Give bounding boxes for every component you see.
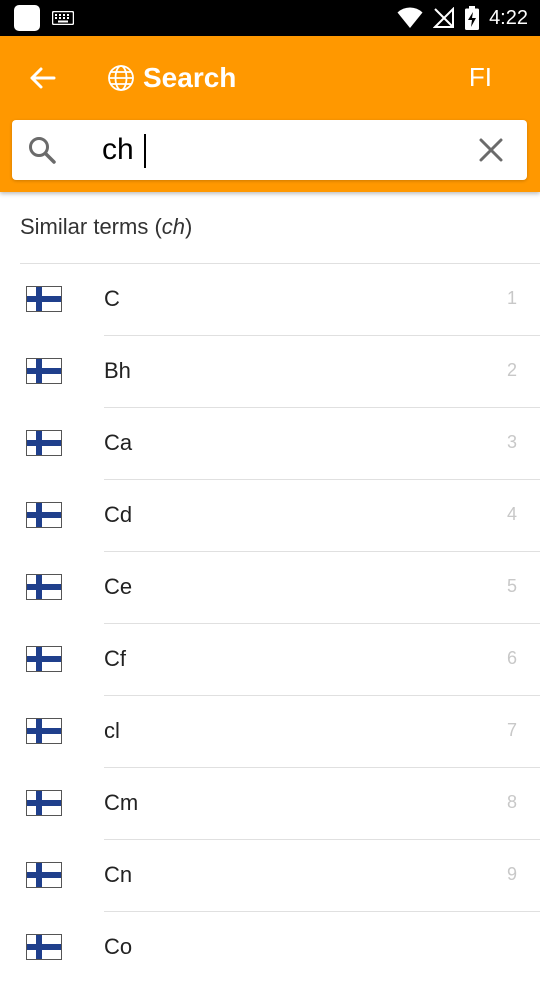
status-bar: 4:22 xyxy=(0,0,540,36)
finland-flag-icon xyxy=(26,574,62,600)
finland-flag-icon xyxy=(26,358,62,384)
list-item[interactable]: Cd 4 xyxy=(0,480,540,552)
battery-charging-icon xyxy=(465,6,480,30)
list-item[interactable]: Co xyxy=(0,912,540,984)
results-list: C 1 Bh 2 Ca 3 Cd 4 Ce 5 Cf 6 cl 7 Cm 8 C… xyxy=(0,264,540,984)
list-item[interactable]: cl 7 xyxy=(0,696,540,768)
no-signal-icon xyxy=(433,7,455,28)
finland-flag-icon xyxy=(26,286,62,312)
finland-flag-icon xyxy=(26,862,62,888)
rank-number: 4 xyxy=(506,504,517,524)
header-query: ch xyxy=(161,214,186,239)
search-box xyxy=(12,120,527,180)
term-label: Cd xyxy=(104,502,133,527)
arrow-left-icon xyxy=(30,67,56,89)
clock: 4:22 xyxy=(489,6,528,29)
title-group: Search xyxy=(107,58,236,98)
finland-flag-icon xyxy=(26,430,62,456)
text-cursor xyxy=(144,134,146,168)
globe-icon xyxy=(108,65,134,91)
rank-number: 9 xyxy=(506,864,517,884)
rank-number: 6 xyxy=(506,648,517,668)
term-label: Ca xyxy=(104,430,133,455)
header-suffix: ) xyxy=(185,214,193,239)
wifi-icon xyxy=(397,7,423,28)
term-label: Ce xyxy=(104,574,133,599)
rank-number: 5 xyxy=(506,576,517,596)
rank-number: 7 xyxy=(506,720,517,740)
term-label: Cf xyxy=(104,646,126,671)
list-item[interactable]: Bh 2 xyxy=(0,336,540,408)
term-label: C xyxy=(104,286,120,311)
list-item[interactable]: Ce 5 xyxy=(0,552,540,624)
term-label: Co xyxy=(104,934,133,959)
finland-flag-icon xyxy=(26,934,62,960)
finland-flag-icon xyxy=(26,790,62,816)
app-bar: Search FI xyxy=(0,36,540,192)
search-input[interactable] xyxy=(102,128,442,172)
header-prefix: Similar terms ( xyxy=(20,214,162,239)
term-label: Bh xyxy=(104,358,131,383)
app-notification-icon xyxy=(14,5,40,31)
finland-flag-icon xyxy=(26,646,62,672)
similar-terms-header: Similar terms (ch) xyxy=(20,214,192,240)
rank-number: 8 xyxy=(506,792,517,812)
rank-number: 1 xyxy=(506,288,517,308)
rank-number: 2 xyxy=(506,360,517,380)
list-item[interactable]: Cn 9 xyxy=(0,840,540,912)
finland-flag-icon xyxy=(26,718,62,744)
list-item[interactable]: Ca 3 xyxy=(0,408,540,480)
list-item[interactable]: Cf 6 xyxy=(0,624,540,696)
clear-search-icon[interactable] xyxy=(477,136,505,164)
finland-flag-icon xyxy=(26,502,62,528)
list-item[interactable]: C 1 xyxy=(0,264,540,336)
term-label: cl xyxy=(104,718,120,743)
keyboard-icon xyxy=(52,11,74,25)
page-title: Search xyxy=(143,62,237,93)
list-item[interactable]: Cm 8 xyxy=(0,768,540,840)
search-icon xyxy=(29,137,56,164)
term-label: Cm xyxy=(104,790,139,815)
language-button[interactable]: FI xyxy=(469,62,492,93)
rank-number: 3 xyxy=(506,432,517,452)
back-button[interactable] xyxy=(22,60,62,96)
term-label: Cn xyxy=(104,862,133,887)
